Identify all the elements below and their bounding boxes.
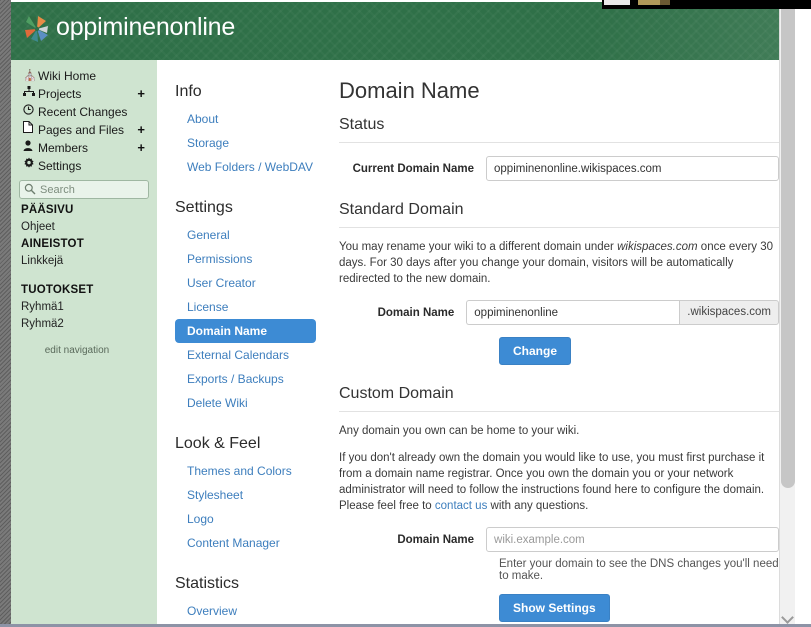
standard-domain-name-row: Domain Name .wikispaces.com: [339, 300, 779, 325]
scrollbar-thumb[interactable]: [781, 0, 795, 488]
section-heading-standard-domain: Standard Domain: [339, 199, 779, 228]
custom-domain-name-row: Domain Name: [339, 527, 779, 552]
wiki-nav-heading: AINEISTOT: [21, 238, 84, 250]
settings-link-general[interactable]: General: [175, 223, 321, 247]
settings-nav-column: Info About Storage Web Folders / WebDAV …: [157, 60, 321, 627]
sidebar-item-label: Pages and Files: [38, 123, 125, 137]
fragment-tile-b: [638, 0, 660, 5]
add-page-button[interactable]: +: [137, 121, 145, 139]
background-window-fragment: [602, 0, 811, 9]
search-input[interactable]: [19, 180, 149, 199]
wiki-nav-heading: TUOTOKSET: [21, 284, 94, 296]
sidebar-item-pages-and-files[interactable]: Pages and Files +: [11, 121, 157, 139]
projects-icon: [23, 85, 38, 103]
settings-link-license[interactable]: License: [175, 295, 321, 319]
settings-link-permissions[interactable]: Permissions: [175, 247, 321, 271]
standard-domain-input-group: .wikispaces.com: [466, 300, 779, 325]
browser-viewport: oppiminenonline ⛪ Wiki Home Projects + R…: [11, 0, 795, 627]
show-settings-button-row: Show Settings: [499, 594, 779, 622]
fragment-tile-a: [604, 0, 630, 5]
main-content: Domain Name Status Current Domain Name S…: [321, 60, 795, 627]
settings-link-user-creator[interactable]: User Creator: [175, 271, 321, 295]
sidebar-nav-list: ⛪ Wiki Home Projects + Recent Changes Pa…: [11, 60, 157, 175]
pinwheel-logo-icon: [22, 14, 52, 44]
sidebar-item-label: Wiki Home: [38, 69, 97, 83]
edit-navigation-link[interactable]: edit navigation: [11, 345, 157, 356]
settings-link-external-calendars[interactable]: External Calendars: [175, 343, 321, 367]
settings-link-web-folders-webdav[interactable]: Web Folders / WebDAV: [175, 155, 321, 179]
person-icon: [23, 139, 38, 157]
sidebar-item-projects[interactable]: Projects +: [11, 85, 157, 103]
sidebar-item-label: Recent Changes: [38, 105, 128, 119]
current-domain-name-label: Current Domain Name: [352, 162, 475, 175]
contact-us-link[interactable]: contact us: [435, 500, 487, 512]
settings-link-about[interactable]: About: [175, 107, 321, 131]
settings-group-title-look-and-feel: Look & Feel: [175, 435, 261, 452]
change-button[interactable]: Change: [499, 337, 572, 365]
site-banner: oppiminenonline: [11, 2, 795, 60]
clock-icon: [23, 103, 38, 121]
sidebar-item-settings[interactable]: Settings: [11, 157, 157, 175]
settings-link-domain-name[interactable]: Domain Name: [175, 319, 316, 343]
sidebar-item-label: Members: [38, 141, 89, 155]
desktop-left-edge: [0, 0, 11, 627]
change-button-row: Change: [499, 337, 779, 365]
wiki-nav-item[interactable]: Ryhmä1: [21, 299, 157, 316]
gear-icon: [23, 157, 38, 175]
scroll-down-arrow-icon[interactable]: [781, 611, 794, 624]
custom-domain-paragraph-1: Any domain you own can be home to your w…: [339, 425, 580, 437]
wiki-nav-item[interactable]: Ohjeet: [21, 219, 157, 236]
show-settings-button[interactable]: Show Settings: [499, 594, 610, 622]
current-domain-name-row: Current Domain Name: [339, 156, 779, 181]
page-icon: [23, 121, 38, 139]
standard-domain-desc-part1: You may rename your wiki to a different …: [339, 241, 618, 253]
sidebar-item-label: Settings: [38, 159, 82, 173]
page-title: Domain Name: [339, 78, 480, 103]
standard-domain-name-label: Domain Name: [377, 306, 455, 319]
settings-link-exports-backups[interactable]: Exports / Backups: [175, 367, 321, 391]
settings-link-logo[interactable]: Logo: [175, 507, 321, 531]
home-icon: ⛪: [23, 70, 37, 82]
settings-link-storage[interactable]: Storage: [175, 131, 321, 155]
standard-domain-desc-emphasis: wikispaces.com: [617, 241, 698, 253]
banner-highlight: [595, 2, 795, 60]
sidebar-item-members[interactable]: Members +: [11, 139, 157, 157]
wiki-navigation-links: PÄÄSIVU Ohjeet AINEISTOT Linkkejä TUOTOK…: [11, 199, 157, 333]
settings-link-themes-and-colors[interactable]: Themes and Colors: [175, 459, 321, 483]
standard-domain-description: You may rename your wiki to a different …: [339, 239, 779, 287]
standard-domain-name-input[interactable]: [466, 300, 680, 325]
standard-domain-suffix: .wikispaces.com: [679, 300, 779, 325]
fragment-tile-c: [660, 0, 670, 5]
wiki-nav-heading: PÄÄSIVU: [21, 204, 74, 216]
custom-domain-paragraph-2: If you don't already own the domain you …: [339, 450, 779, 514]
sidebar-search: [19, 180, 149, 199]
wiki-nav-item[interactable]: Linkkejä: [21, 253, 157, 270]
page-scrollbar[interactable]: [779, 0, 795, 627]
wiki-nav-item[interactable]: Ryhmä2: [21, 316, 157, 333]
screen: oppiminenonline ⛪ Wiki Home Projects + R…: [0, 0, 811, 627]
sidebar-item-wiki-home[interactable]: ⛪ Wiki Home: [11, 67, 157, 85]
settings-link-stylesheet[interactable]: Stylesheet: [175, 483, 321, 507]
add-member-button[interactable]: +: [137, 139, 145, 157]
section-heading-status: Status: [339, 114, 779, 143]
custom-domain-name-input[interactable]: [486, 527, 779, 552]
settings-link-content-manager[interactable]: Content Manager: [175, 531, 321, 555]
current-domain-name-field[interactable]: [486, 156, 779, 181]
add-project-button[interactable]: +: [137, 85, 145, 103]
settings-link-overview[interactable]: Overview: [175, 599, 321, 623]
wiki-title: oppiminenonline: [56, 13, 236, 41]
custom-domain-helper-text: Enter your domain to see the DNS changes…: [499, 558, 779, 582]
settings-group-title-statistics: Statistics: [175, 575, 240, 592]
section-heading-custom-domain: Custom Domain: [339, 383, 779, 412]
custom-domain-name-label: Domain Name: [397, 533, 475, 546]
settings-link-delete-wiki[interactable]: Delete Wiki: [175, 391, 321, 415]
left-sidebar: ⛪ Wiki Home Projects + Recent Changes Pa…: [11, 60, 157, 627]
sidebar-item-recent-changes[interactable]: Recent Changes: [11, 103, 157, 121]
sidebar-item-label: Projects: [38, 87, 82, 101]
wiki-nav-spacer: [21, 270, 157, 282]
custom-domain-p2-part2: with any questions.: [487, 500, 589, 512]
settings-group-title-settings: Settings: [175, 199, 233, 216]
settings-group-title-info: Info: [175, 83, 202, 100]
